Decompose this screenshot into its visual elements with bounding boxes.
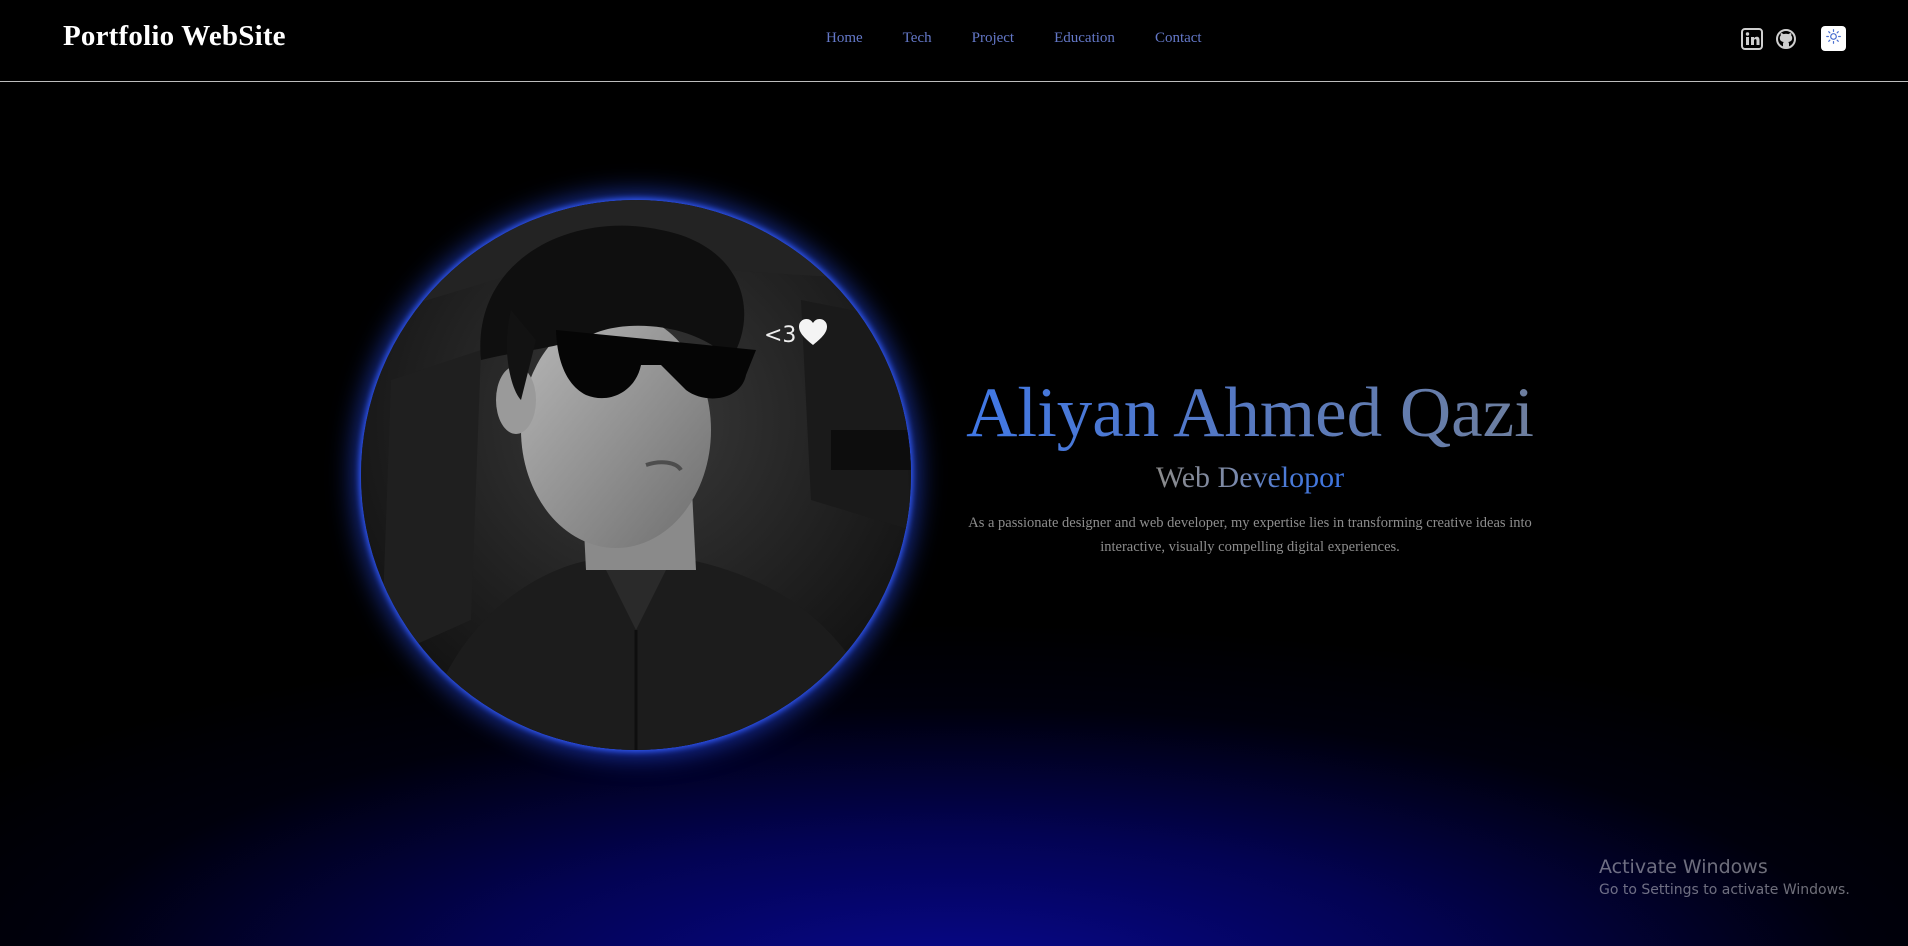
- nav-link-home[interactable]: Home: [826, 30, 863, 47]
- brand-title[interactable]: Portfolio WebSite: [63, 20, 286, 53]
- social-links: [1741, 28, 1797, 50]
- nav-link-contact[interactable]: Contact: [1155, 30, 1202, 47]
- top-navbar: Portfolio WebSite Home Tech Project Educ…: [0, 0, 1908, 82]
- linkedin-icon[interactable]: [1741, 28, 1763, 50]
- profile-photo: [361, 200, 911, 750]
- windows-activation-watermark: Activate Windows Go to Settings to activ…: [1599, 856, 1850, 898]
- watermark-title: Activate Windows: [1599, 856, 1768, 878]
- hero-name: Aliyan Ahmed Qazi: [950, 376, 1550, 451]
- nav-link-project[interactable]: Project: [972, 30, 1015, 47]
- github-icon[interactable]: [1775, 28, 1797, 50]
- nav-link-tech[interactable]: Tech: [903, 30, 932, 47]
- theme-toggle-button[interactable]: [1821, 26, 1846, 51]
- page: Portfolio WebSite Home Tech Project Educ…: [0, 0, 1908, 946]
- hero-bio: As a passionate designer and web develop…: [968, 514, 1532, 555]
- avatar-caption: <3: [764, 318, 828, 352]
- nav-link-education[interactable]: Education: [1054, 30, 1115, 47]
- main-nav: Home Tech Project Education Contact: [826, 30, 1242, 47]
- watermark-subtitle: Go to Settings to activate Windows.: [1599, 882, 1850, 898]
- hero-role: Web Developor: [1155, 460, 1345, 494]
- avatar-caption-text: <3: [764, 322, 797, 348]
- sun-icon: [1826, 28, 1841, 49]
- heart-icon: [798, 318, 828, 352]
- hero-section: Aliyan Ahmed Qazi Web Developor As a pas…: [950, 376, 1550, 559]
